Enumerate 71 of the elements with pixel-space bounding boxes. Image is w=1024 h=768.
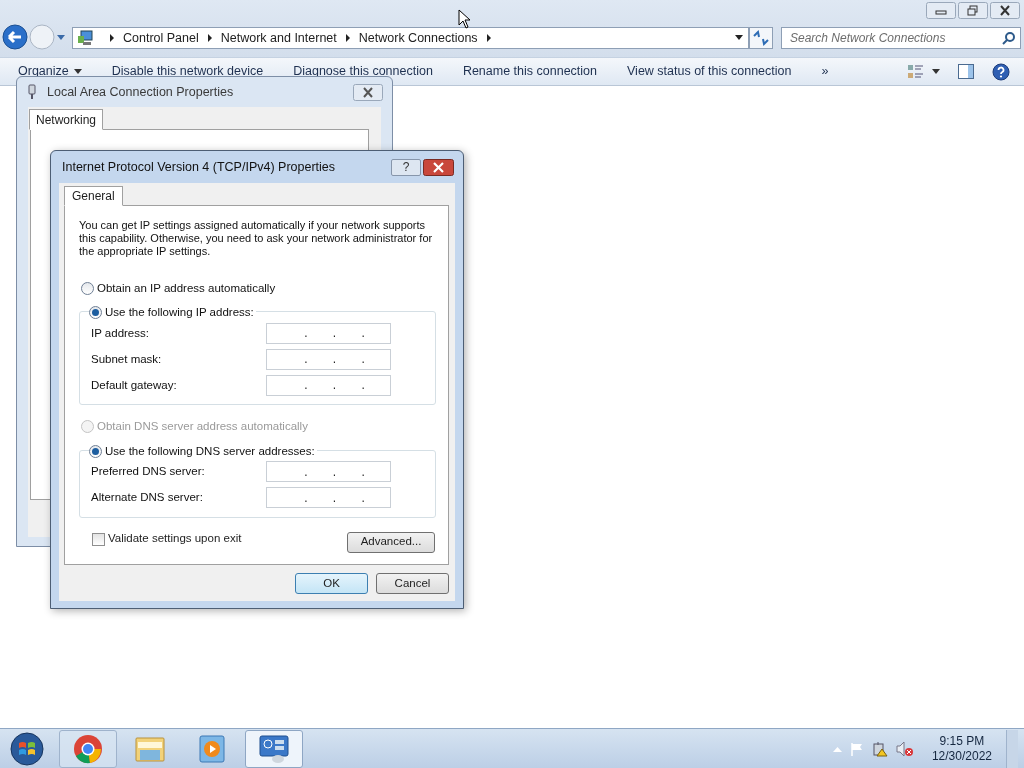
toolbar-button[interactable]: Diagnose this connection [293,62,433,81]
toolbar-button[interactable]: View status of this connection [627,62,792,81]
checkbox-label: Validate settings upon exit [108,531,242,547]
radio-label: Obtain an IP address automatically [97,281,276,296]
breadcrumb-item[interactable]: Network Connections [358,28,478,48]
restore-button[interactable] [958,2,988,19]
chevron-icon[interactable] [485,34,492,42]
chevron-icon[interactable] [109,34,115,42]
advanced-button[interactable]: Advanced... [347,531,435,553]
dropdown-icon[interactable] [734,35,744,41]
start-button[interactable] [9,730,45,767]
mouse-cursor-icon [458,9,471,29]
network-cable-icon [27,84,37,100]
back-button[interactable] [2,24,28,50]
radio-button[interactable] [89,444,102,458]
field-label: Preferred DNS server: [91,463,206,479]
minimize-button[interactable] [926,2,956,19]
field-label: IP address: [91,325,150,341]
search-icon [1002,31,1016,45]
radio-label: Obtain DNS server address automatically [97,419,308,435]
network-warning-icon[interactable] [871,740,888,757]
address-bar[interactable]: Control Panel Network and Internet Network Connections [72,27,749,49]
checkbox[interactable] [92,532,105,546]
preview-pane-icon[interactable] [958,64,974,79]
tab[interactable]: General [64,186,123,206]
close-button[interactable] [353,83,383,101]
chevron-icon[interactable] [206,34,213,42]
close-button[interactable] [423,158,454,176]
folder-icon [135,734,165,763]
ip-address-field[interactable]: . . . [266,348,391,370]
search-field[interactable]: Search Network Connections [781,27,1021,49]
ip-address-field[interactable]: . . . [266,374,391,396]
toolbar-button[interactable]: Rename this connection [462,62,597,81]
field-label: Subnet mask: [91,351,163,367]
radio-button[interactable] [81,282,94,296]
muted-speaker-icon[interactable] [895,740,914,757]
tab[interactable]: Networking [29,109,104,130]
toolbar-button[interactable]: Organize [18,62,82,81]
ip-address-field[interactable]: . . . [266,487,391,508]
help-icon[interactable] [992,62,1010,81]
breadcrumb-item[interactable]: Network and Internet [220,28,337,48]
radio-label: Use the following IP address: [105,305,254,321]
control-panel-icon [258,733,290,764]
chevron-icon[interactable] [344,34,351,42]
ip-address-field[interactable]: . . . [266,322,391,344]
clock-time[interactable]: 9:15 PM [939,733,985,749]
ok-button[interactable]: OK [295,573,368,594]
radio-label: Use the following DNS server addresses: [105,443,315,459]
field-label: Alternate DNS server: [91,489,204,505]
refresh-button[interactable] [749,27,773,49]
ip-address-field[interactable]: . . . [266,461,391,482]
history-dropdown-icon[interactable] [56,33,66,41]
close-button[interactable] [990,2,1020,19]
help-button[interactable]: ? [391,158,421,176]
taskbar-button[interactable] [245,729,303,768]
cancel-button[interactable]: Cancel [376,573,449,594]
radio-button[interactable] [89,306,102,320]
intro-text: You can get IP settings assigned automatically if your network supports this capability. Otherwise, you need to ask your network administrator for the appropriate IP settings. [79,219,434,258]
taskbar-button[interactable] [59,729,117,768]
network-folder-icon [77,30,95,46]
more-commands-button[interactable]: » [821,62,829,81]
dialog-title: Internet Protocol Version 4 (TCP/IPv4) Properties [62,158,336,176]
dialog-title: Local Area Connection Properties [47,83,234,101]
media-player-icon [199,734,225,763]
breadcrumb-item[interactable]: Control Panel [123,28,199,48]
caret-icon[interactable] [932,69,940,74]
clock-date[interactable]: 12/30/2022 [931,748,992,764]
toolbar-button[interactable]: Disable this network device [111,62,264,81]
browser-icon [73,733,103,764]
caret-icon [73,69,82,74]
field-label: Default gateway: [91,377,178,393]
